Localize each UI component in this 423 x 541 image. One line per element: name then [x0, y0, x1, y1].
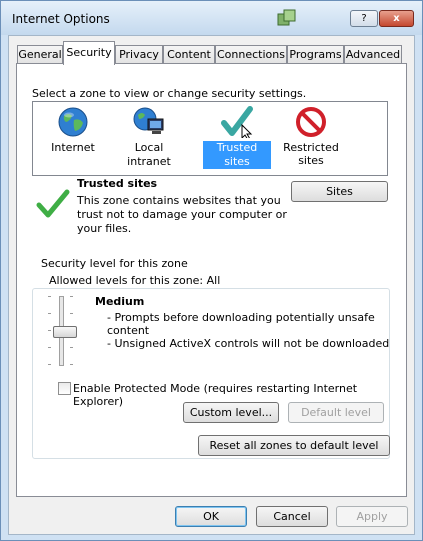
restricted-icon [296, 107, 326, 137]
close-button-label: x [393, 13, 400, 24]
zone-label: Internet [51, 141, 95, 154]
dialog-body: General Security Privacy Content Connect… [8, 35, 415, 535]
zone-info-title: Trusted sites [77, 177, 158, 190]
reset-all-zones-button[interactable]: Reset all zones to default level [198, 435, 390, 456]
window-title: Internet Options [12, 12, 110, 26]
slider-tick [48, 296, 51, 297]
default-level-label: Default level [301, 406, 371, 419]
tab-label: Advanced [345, 48, 401, 61]
zone-trusted-sites[interactable]: Trusted sites [203, 106, 271, 169]
trusted-check-icon [36, 189, 70, 218]
allowed-levels-text: Allowed levels for this zone: All [49, 274, 221, 287]
slider-tick [48, 364, 51, 365]
protected-mode-checkbox[interactable] [58, 382, 71, 395]
apply-button[interactable]: Apply [336, 506, 408, 527]
tab-label: Privacy [119, 48, 159, 61]
intranet-icon [133, 107, 164, 134]
slider-tick [70, 313, 73, 314]
level-bullet1-line2: content [107, 324, 150, 337]
ok-label: OK [203, 510, 219, 523]
zone-label: Local intranet [127, 141, 171, 168]
zone-info-line2: trust not to damage your computer or [77, 208, 287, 221]
zone-local-intranet[interactable]: Local intranet [111, 106, 187, 169]
help-button[interactable]: ? [350, 10, 378, 27]
tab-security[interactable]: Security [63, 41, 115, 65]
default-level-button[interactable]: Default level [288, 402, 384, 423]
security-tab-panel: Select a zone to view or change security… [16, 63, 407, 497]
slider-tick [70, 347, 73, 348]
custom-level-button[interactable]: Custom level... [183, 402, 279, 423]
tab-programs[interactable]: Programs [287, 45, 344, 64]
slider-tick [70, 296, 73, 297]
zone-restricted-sites[interactable]: Restricted sites [278, 106, 344, 167]
reset-all-zones-label: Reset all zones to default level [209, 439, 379, 452]
zone-label: Trusted sites [203, 141, 271, 169]
tab-privacy[interactable]: Privacy [115, 45, 163, 64]
tab-connections[interactable]: Connections [215, 45, 287, 64]
cancel-label: Cancel [273, 510, 311, 523]
tab-label: Programs [289, 48, 342, 61]
globe-icon [58, 107, 88, 137]
level-bullet1-line1: - Prompts before downloading potentially… [107, 311, 375, 324]
tab-advanced[interactable]: Advanced [344, 45, 402, 64]
sites-button[interactable]: Sites [291, 181, 388, 202]
zone-internet[interactable]: Internet [43, 106, 103, 155]
slider-tick [48, 313, 51, 314]
security-level-title: Security level for this zone [39, 257, 190, 270]
internet-options-window: Internet Options ? x General Security Pr… [0, 0, 423, 541]
security-slider-thumb[interactable] [53, 326, 77, 338]
level-bullet2: - Unsigned ActiveX controls will not be … [107, 337, 390, 350]
zone-info-line1: This zone contains websites that you [77, 194, 281, 207]
title-bar[interactable]: Internet Options ? x [1, 1, 422, 35]
internet-options-icon [277, 9, 296, 26]
slider-tick [48, 330, 51, 331]
tab-general[interactable]: General [17, 45, 63, 64]
help-button-label: ? [361, 13, 367, 24]
slider-tick [70, 364, 73, 365]
checkmark-icon [221, 106, 253, 141]
custom-level-label: Custom level... [189, 406, 273, 419]
level-name: Medium [95, 295, 145, 308]
zone-list: Internet Local intranet Trusted sites Re… [32, 101, 388, 176]
slider-tick [48, 347, 51, 348]
tab-label: Security [66, 46, 112, 59]
zone-label-line1: Restricted [283, 141, 339, 154]
zone-prompt: Select a zone to view or change security… [32, 87, 307, 100]
sites-button-label: Sites [326, 185, 353, 198]
tab-label: Content [167, 48, 211, 61]
close-button[interactable]: x [379, 10, 414, 27]
tab-label: Connections [217, 48, 285, 61]
zone-info-line3: your files. [77, 222, 132, 235]
cancel-button[interactable]: Cancel [256, 506, 328, 527]
ok-button[interactable]: OK [175, 506, 247, 527]
tab-content[interactable]: Content [163, 45, 215, 64]
apply-label: Apply [356, 510, 388, 523]
tab-label: General [18, 48, 62, 61]
zone-label-line2: sites [298, 154, 324, 167]
